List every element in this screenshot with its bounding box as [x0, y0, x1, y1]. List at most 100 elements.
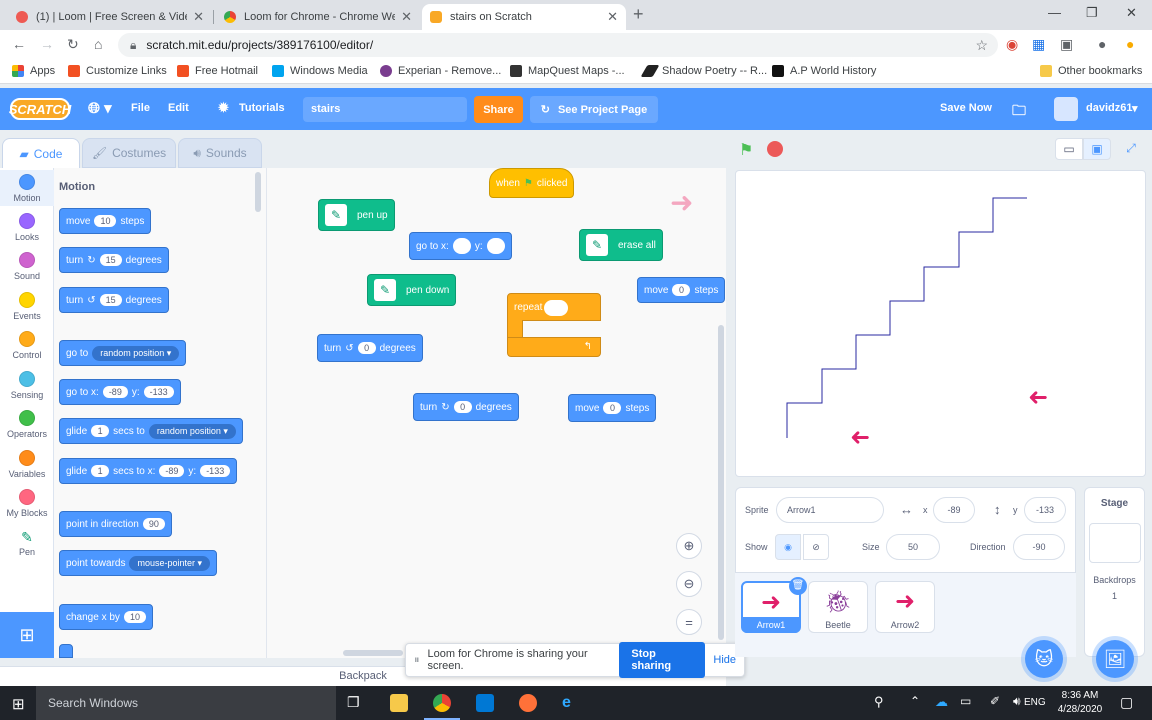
category-looks[interactable]: Looks — [0, 213, 54, 242]
delete-sprite-icon[interactable]: 🗑︎ — [789, 577, 807, 595]
windows-extension-icon[interactable]: ▦ — [1032, 36, 1045, 53]
bookmark-item[interactable]: Experian - Remove... — [380, 65, 501, 77]
internet-explorer-icon[interactable]: e — [562, 694, 580, 712]
block-input[interactable]: -133 — [200, 465, 231, 477]
onedrive-icon[interactable]: ☁ — [935, 694, 953, 712]
block-goto-xy[interactable]: go to x: -89 y: -133 — [59, 379, 181, 405]
close-tab-icon[interactable]: ✕ — [193, 9, 204, 25]
pen-workspace-icon[interactable]: ✐ — [990, 694, 1008, 712]
menu-edit[interactable]: Edit — [168, 102, 189, 114]
save-now-button[interactable]: Save Now — [940, 102, 992, 114]
network-icon[interactable]: ▭ — [960, 694, 978, 712]
arrow2-sprite-icon[interactable]: ➜ — [1028, 383, 1048, 412]
block-input[interactable] — [486, 238, 505, 254]
zoom-out-button[interactable]: ⊖ — [676, 571, 702, 597]
file-explorer-icon[interactable] — [390, 694, 408, 712]
block-point-direction[interactable]: point in direction 90 — [59, 511, 172, 537]
new-tab-button[interactable]: + — [633, 4, 644, 25]
category-my-blocks[interactable]: My Blocks — [0, 489, 54, 518]
hide-button[interactable]: Hide — [713, 654, 736, 666]
direction-input[interactable]: -90 — [1013, 534, 1065, 560]
add-extension-button[interactable]: ⊞ — [0, 612, 54, 658]
outlook-icon[interactable] — [476, 694, 494, 712]
show-hidden-icon[interactable]: ⊘ — [803, 534, 829, 560]
block-input[interactable] — [544, 300, 568, 316]
block-input[interactable]: 1 — [91, 425, 110, 437]
bookmark-item[interactable]: Customize Links — [68, 65, 167, 77]
choose-sprite-button[interactable]: 🐱︎ — [1025, 640, 1063, 678]
block-input[interactable]: 1 — [91, 465, 110, 477]
block-input[interactable]: -89 — [159, 465, 185, 477]
block-goto-random[interactable]: go to random position ▾ — [59, 340, 187, 366]
block-goto-xy[interactable]: go to x: y: — [409, 232, 512, 260]
block-dropdown[interactable]: random position ▾ — [148, 423, 236, 439]
block-glide-random[interactable]: glide 1 secs to random position ▾ — [59, 418, 243, 444]
project-title-input[interactable]: stairs — [303, 97, 467, 122]
extension-icon[interactable]: ▣ — [1060, 36, 1073, 53]
profile-avatar[interactable]: ● — [1098, 36, 1106, 52]
green-flag-icon[interactable]: ⚑ — [739, 140, 753, 160]
block-input[interactable]: 0 — [603, 402, 622, 414]
sprite-thumb-arrow2[interactable]: ➜ Arrow2 — [875, 581, 935, 633]
address-bar[interactable]: 🔒︎ scratch.mit.edu/projects/389176100/ed… — [118, 33, 998, 57]
block-input[interactable]: 10 — [94, 215, 117, 227]
home-icon[interactable]: ⌂ — [94, 36, 102, 52]
block-set-x-partial[interactable] — [59, 644, 73, 658]
restore-button[interactable]: ❐ — [1086, 5, 1098, 21]
extension-icon[interactable]: ◉ — [1006, 36, 1018, 53]
menu-tutorials[interactable]: Tutorials — [239, 102, 285, 114]
block-move-steps[interactable]: move 0 steps — [568, 394, 657, 422]
firefox-icon[interactable] — [519, 694, 537, 712]
scratch-logo[interactable]: SCRATCH — [9, 98, 71, 120]
forward-icon[interactable]: → — [40, 36, 54, 52]
bookmark-item[interactable]: Windows Media — [272, 65, 368, 77]
category-operators[interactable]: Operators — [0, 410, 54, 439]
tab-code[interactable]: ▰ Code — [2, 138, 80, 168]
choose-backdrop-button[interactable]: 🖼︎ — [1096, 640, 1134, 678]
bookmark-item[interactable]: Free Hotmail — [177, 65, 258, 77]
block-dropdown[interactable]: random position ▾ — [92, 345, 180, 361]
category-pen[interactable]: ✎ Pen — [0, 529, 54, 557]
block-erase-all[interactable]: ✎ erase all — [579, 229, 663, 261]
tab-costumes[interactable]: 🖌︎ Costumes — [82, 138, 176, 168]
bookmark-item[interactable]: MapQuest Maps -... — [510, 65, 625, 77]
block-point-towards[interactable]: point towards mouse-pointer ▾ — [59, 550, 218, 576]
menu-file[interactable]: File — [131, 102, 150, 114]
chevron-down-icon[interactable]: ▾ — [1132, 102, 1138, 115]
globe-icon[interactable]: 🌐︎ ▾ — [88, 99, 112, 117]
block-pen-up[interactable]: ✎ pen up — [318, 199, 395, 231]
block-repeat[interactable]: repeat ↰ — [507, 293, 601, 357]
fullscreen-icon[interactable]: ⤢ — [1119, 138, 1143, 160]
close-tab-icon[interactable]: ✕ — [607, 9, 618, 25]
category-variables[interactable]: Variables — [0, 450, 54, 479]
block-move-steps[interactable]: move 0 steps — [637, 277, 726, 303]
minimize-button[interactable]: — — [1048, 5, 1061, 20]
reload-icon[interactable]: ↻ — [67, 36, 79, 53]
stop-sharing-button[interactable]: Stop sharing — [619, 642, 706, 678]
small-stage-icon[interactable]: ▭ — [1055, 138, 1083, 160]
close-window-button[interactable]: ✕ — [1126, 5, 1137, 21]
tab-scratch[interactable]: stairs on Scratch ✕ — [422, 4, 626, 30]
size-input[interactable]: 50 — [886, 534, 940, 560]
task-view-icon[interactable]: ❐ — [347, 694, 365, 712]
backdrop-thumbnail[interactable] — [1088, 523, 1141, 563]
notification-icon[interactable]: ▢ — [1120, 694, 1138, 712]
block-when-flag-clicked[interactable]: when ⚑ clicked — [489, 168, 575, 198]
chrome-taskbar-icon[interactable] — [433, 694, 451, 712]
avatar[interactable] — [1054, 97, 1078, 121]
show-visible-icon[interactable]: ◉ — [775, 534, 801, 560]
block-input[interactable]: 15 — [99, 294, 122, 306]
back-icon[interactable]: ← — [12, 36, 26, 52]
block-turn-right[interactable]: turn ↻ 15 degrees — [59, 247, 169, 273]
arrow1-sprite-icon[interactable]: ➜ — [850, 423, 870, 452]
windows-start-icon[interactable]: ⊞ — [12, 695, 25, 713]
block-input[interactable] — [452, 238, 471, 254]
tab-sounds[interactable]: 🔊︎ Sounds — [178, 138, 262, 168]
sprite-name-input[interactable]: Arrow1 — [776, 497, 884, 523]
clock[interactable]: 8:36 AM 4/28/2020 — [1050, 689, 1110, 717]
people-icon[interactable]: ⚲ — [874, 694, 892, 712]
block-input[interactable]: 0 — [357, 342, 376, 354]
chevron-up-icon[interactable]: ⌃ — [910, 694, 928, 712]
tab-loom-chrome[interactable]: Loom for Chrome - Chrome Web ✕ — [216, 4, 420, 30]
bookmark-apps[interactable]: Apps — [12, 65, 55, 77]
